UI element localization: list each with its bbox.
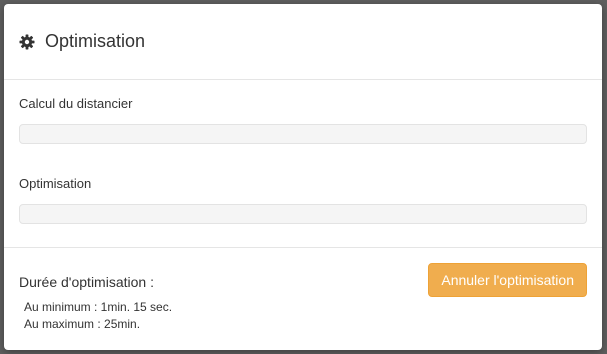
duration-minimum: Au minimum : 1min. 15 sec.	[24, 300, 173, 314]
gear-icon	[19, 34, 35, 50]
optimisation-progress-bar	[19, 204, 587, 224]
modal-body: Calcul du distancier Optimisation	[4, 80, 602, 248]
distance-matrix-progress-bar	[19, 124, 587, 144]
duration-title: Durée d'optimisation :	[19, 274, 154, 290]
optimisation-label: Optimisation	[19, 176, 92, 191]
modal-title: Optimisation	[45, 31, 146, 51]
cancel-optimisation-button[interactable]: Annuler l'optimisation	[428, 263, 587, 297]
modal-header: Optimisation	[4, 4, 602, 80]
duration-maximum: Au maximum : 25min.	[24, 317, 141, 331]
optimisation-modal: Optimisation Calcul du distancier Optimi…	[4, 4, 602, 350]
distance-matrix-label: Calcul du distancier	[19, 96, 133, 111]
modal-footer: Durée d'optimisation : Au minimum : 1min…	[4, 248, 602, 348]
